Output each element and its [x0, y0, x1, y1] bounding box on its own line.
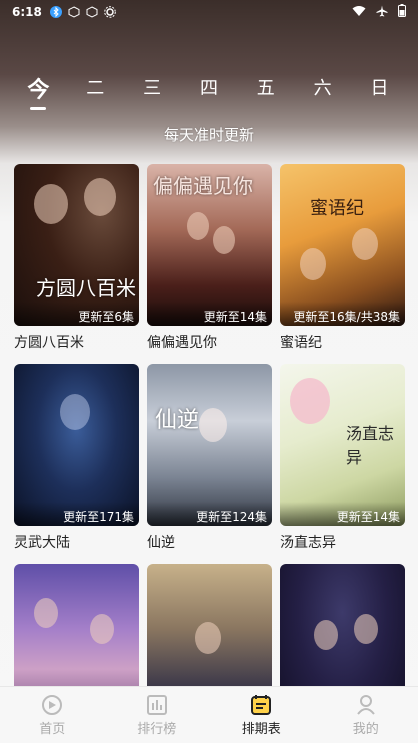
- episode-badge: 更新至14集: [147, 302, 272, 326]
- settings-icon: [104, 6, 116, 18]
- show-card[interactable]: 蜜语纪 更新至16集/共38集 蜜语纪: [280, 164, 405, 364]
- episode-badge: 更新至14集: [280, 502, 405, 526]
- poster-title-art: 偏偏遇见你: [153, 174, 253, 198]
- status-system-icons: [352, 4, 406, 20]
- schedule-subtitle: 每天准时更新: [163, 126, 254, 144]
- tab-saturday[interactable]: 六: [303, 70, 343, 114]
- show-poster: 偏偏遇见你 更新至14集: [147, 164, 272, 326]
- show-card[interactable]: 仙逆 更新至124集 仙逆: [147, 364, 272, 564]
- show-card[interactable]: 汤直志异 更新至14集 汤直志异: [280, 364, 405, 564]
- tab-label: 四: [199, 78, 218, 99]
- nav-profile[interactable]: 我的: [326, 687, 406, 737]
- profile-icon: [355, 694, 377, 716]
- show-card[interactable]: 偏偏遇见你 更新至14集 偏偏遇见你: [147, 164, 272, 364]
- poster-title-art: 蜜语纪: [310, 198, 364, 219]
- poster-title-art: 仙逆: [155, 408, 200, 433]
- show-poster: 汤直志异 更新至14集: [280, 364, 405, 526]
- nav-label: 首页: [39, 722, 66, 737]
- airplane-icon: [376, 5, 388, 20]
- episode-badge: 更新至124集: [147, 502, 272, 526]
- nav-home[interactable]: 首页: [12, 687, 92, 737]
- poster-title-art: 汤直志异: [346, 424, 395, 467]
- nav-ranking[interactable]: 排行榜: [117, 687, 197, 737]
- status-notification-icons: [49, 6, 116, 18]
- show-title: 汤直志异: [280, 535, 336, 551]
- tab-friday[interactable]: 五: [246, 70, 286, 114]
- battery-icon: [398, 4, 406, 20]
- status-time: 6:18: [12, 5, 42, 19]
- tab-label: 今: [27, 78, 50, 103]
- nav-schedule[interactable]: 排期表: [221, 687, 301, 737]
- show-card[interactable]: 方圆八百米 更新至6集 方圆八百米: [14, 164, 139, 364]
- tab-sunday[interactable]: 日: [359, 70, 399, 114]
- ranking-icon: [146, 694, 168, 716]
- show-poster: 方圆八百米 更新至6集: [14, 164, 139, 326]
- tab-tuesday[interactable]: 二: [75, 70, 115, 114]
- show-card[interactable]: 更新至171集 灵武大陆: [14, 364, 139, 564]
- cube-icon: [68, 6, 80, 18]
- schedule-icon: [250, 694, 272, 716]
- tab-today[interactable]: 今: [18, 70, 58, 114]
- wifi-icon: [352, 5, 366, 20]
- show-poster: 蜜语纪 更新至16集/共38集: [280, 164, 405, 326]
- show-poster: 更新至171集: [14, 364, 139, 526]
- tab-thursday[interactable]: 四: [189, 70, 229, 114]
- tab-label: 二: [86, 78, 105, 99]
- poster-title-art: 方圆八百米: [36, 276, 136, 300]
- show-title: 方圆八百米: [14, 335, 84, 351]
- show-grid: 方圆八百米 更新至6集 方圆八百米 偏偏遇见你 更新至14集 偏偏遇见你 蜜语纪…: [14, 164, 406, 743]
- cube-icon: [86, 6, 98, 18]
- weekday-tabs: 今 二 三 四 五 六 日: [0, 70, 418, 114]
- show-title: 灵武大陆: [14, 535, 70, 551]
- active-tab-indicator: [30, 107, 47, 110]
- tab-label: 三: [143, 78, 162, 99]
- show-poster: 仙逆 更新至124集: [147, 364, 272, 526]
- status-bar: 6:18: [0, 0, 418, 24]
- home-icon: [41, 694, 63, 716]
- show-title: 仙逆: [147, 535, 175, 551]
- show-title: 蜜语纪: [280, 335, 322, 351]
- tab-label: 日: [370, 78, 389, 99]
- nav-label: 排期表: [241, 722, 281, 737]
- episode-badge: 更新至6集: [14, 302, 139, 326]
- episode-badge: 更新至16集/共38集: [280, 302, 405, 326]
- show-title: 偏偏遇见你: [147, 335, 217, 351]
- nav-label: 排行榜: [137, 722, 177, 737]
- bottom-navigation: 首页 排行榜 排期表 我的: [0, 686, 418, 743]
- nav-label: 我的: [352, 722, 379, 737]
- tab-label: 六: [313, 78, 332, 99]
- bluetooth-icon: [49, 6, 62, 18]
- tab-wednesday[interactable]: 三: [132, 70, 172, 114]
- episode-badge: 更新至171集: [14, 502, 139, 526]
- tab-label: 五: [256, 78, 275, 99]
